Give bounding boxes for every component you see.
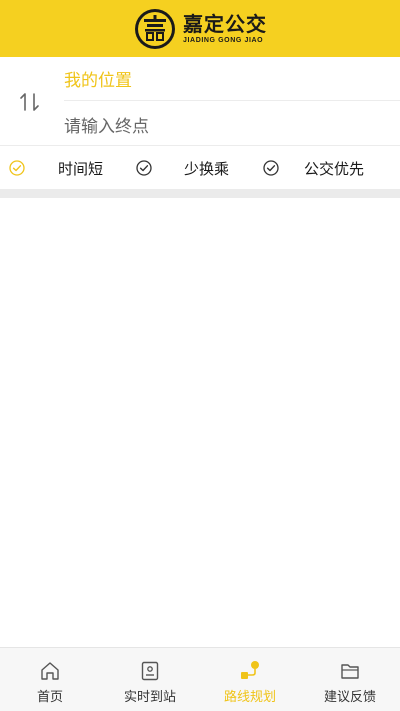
folder-icon: [341, 664, 359, 679]
route-input-panel: 我的位置 请输入终点: [0, 57, 400, 146]
destination-input[interactable]: 请输入终点: [64, 102, 400, 146]
origin-input[interactable]: 我的位置: [64, 57, 400, 101]
nav-label: 首页: [36, 690, 63, 705]
jiading-bus-logo: 嘉定公交 JIADING GONG JIAO: [133, 7, 267, 51]
nav-item-feedback[interactable]: 建议反馈: [300, 648, 400, 711]
logo-english-text: JIADING GONG JIAO: [183, 36, 264, 44]
option-bus-priority[interactable]: 公交优先: [304, 158, 364, 179]
nav-label: 路线规划: [223, 690, 276, 705]
nav-item-home[interactable]: 首页: [0, 648, 100, 711]
option-fewer-transfers[interactable]: 少换乘: [184, 158, 229, 179]
home-icon: [41, 662, 59, 680]
logo-chinese-text: 嘉定公交: [183, 11, 267, 36]
swap-direction-icon[interactable]: [18, 90, 42, 114]
bottom-navigation: 首页 实时到站 路线规划 建议反馈: [0, 647, 400, 711]
nav-item-realtime[interactable]: 实时到站: [100, 648, 200, 711]
option-shortest-time[interactable]: 时间短: [58, 158, 103, 179]
nav-label: 实时到站: [123, 690, 176, 705]
logo-emblem-icon: [135, 8, 175, 49]
check-circle-icon[interactable]: [9, 160, 25, 176]
phone-icon: [141, 661, 159, 681]
nav-item-route-planning[interactable]: 路线规划: [200, 648, 300, 711]
check-circle-icon[interactable]: [136, 160, 152, 176]
section-separator: [0, 189, 400, 198]
nav-label: 建议反馈: [323, 690, 376, 705]
route-icon: [241, 661, 259, 679]
check-circle-icon[interactable]: [263, 160, 279, 176]
app-header: 嘉定公交 JIADING GONG JIAO: [0, 0, 400, 57]
route-options: 时间短 少换乘 公交优先: [0, 146, 400, 189]
